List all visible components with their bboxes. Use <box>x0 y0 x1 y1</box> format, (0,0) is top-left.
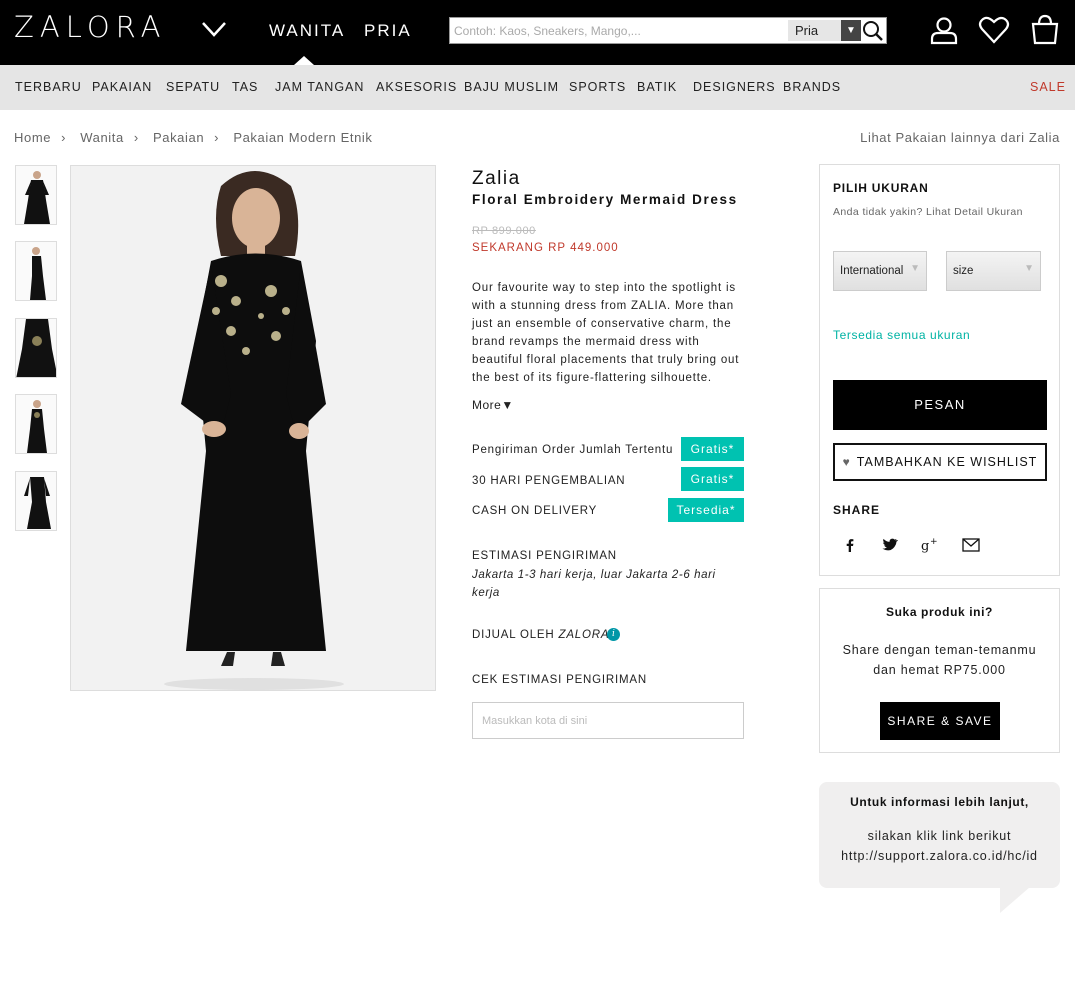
gender-tab-pria[interactable]: PRIA <box>364 21 412 41</box>
breadcrumb-pakaian[interactable]: Pakaian <box>153 130 204 145</box>
product-thumbnail[interactable] <box>15 241 57 301</box>
category-nav: TERBARU PAKAIAN SEPATU TAS JAM TANGAN AK… <box>0 65 1075 110</box>
shopping-bag-icon[interactable] <box>1029 14 1061 46</box>
support-info-text: silakan klik link berikut http://support… <box>819 826 1060 866</box>
add-to-wishlist-button[interactable]: ♥ TAMBAHKAN KE WISHLIST <box>833 443 1047 481</box>
size-select[interactable]: size ▼ <box>946 251 1041 291</box>
sale-price: SEKARANG RP 449.000 <box>472 242 619 254</box>
breadcrumb-current[interactable]: Pakaian Modern Etnik <box>233 130 372 145</box>
nav-item-baju-muslim[interactable]: BAJU MUSLIM <box>464 80 559 94</box>
gender-tab-wanita[interactable]: WANITA <box>269 21 345 41</box>
search-icon[interactable] <box>862 20 884 42</box>
search-category-select[interactable]: Pria ▼ <box>788 20 861 41</box>
chevron-right-icon: › <box>61 130 67 145</box>
breadcrumb: Home › Wanita › Pakaian › Pakaian Modern Et… <box>14 130 381 145</box>
size-panel: PILIH UKURAN Anda tidak yakin? Lihat Det… <box>819 164 1060 576</box>
sold-by-label: DIJUAL OLEH <box>472 629 555 641</box>
wishlist-label: TAMBAHKAN KE WISHLIST <box>856 455 1038 469</box>
benefit-returns-badge: Gratis* <box>681 467 744 491</box>
delivery-estimate-title: ESTIMASI PENGIRIMAN <box>472 550 617 562</box>
share-save-button[interactable]: SHARE & SAVE <box>880 702 1000 740</box>
dropdown-arrow-icon: ▼ <box>1024 263 1034 274</box>
city-input[interactable] <box>472 702 744 739</box>
product-thumbnail[interactable] <box>15 394 57 454</box>
nav-item-tas[interactable]: TAS <box>232 80 258 94</box>
product-thumbnail[interactable] <box>15 318 57 378</box>
share-save-title: Suka produk ini? <box>886 605 993 619</box>
nav-item-jam-tangan[interactable]: JAM TANGAN <box>275 80 364 94</box>
description-more-toggle[interactable]: More▼ <box>472 398 514 412</box>
nav-item-batik[interactable]: BATIK <box>637 80 677 94</box>
share-save-line-2: dan hemat RP75.000 <box>873 663 1006 677</box>
benefit-shipping-badge: Gratis* <box>681 437 744 461</box>
share-save-line-1: Share dengan teman-temanmu <box>842 643 1037 657</box>
chevron-right-icon: › <box>133 130 139 145</box>
zalora-logo[interactable]: ZALORA <box>14 10 166 44</box>
search-bar: Pria ▼ <box>449 17 887 44</box>
size-value: size <box>953 265 974 277</box>
top-header: ZALORA WANITA PRIA Pria ▼ <box>0 0 1075 65</box>
product-name: Floral Embroidery Mermaid Dress <box>472 192 738 207</box>
seller-name: ZALORA <box>558 629 610 641</box>
size-system-value: International <box>840 265 904 277</box>
check-delivery-title: CEK ESTIMASI PENGIRIMAN <box>472 674 647 686</box>
support-link[interactable]: http://support.zalora.co.id/hc/id <box>819 846 1060 866</box>
product-thumbnail[interactable] <box>15 165 57 225</box>
product-thumbnail[interactable] <box>15 471 57 531</box>
benefit-returns-label: 30 HARI PENGEMBALIAN <box>472 475 626 487</box>
support-info-bubble: Untuk informasi lebih lanjut, silakan kl… <box>819 782 1060 888</box>
benefit-cod-label: CASH ON DELIVERY <box>472 505 598 517</box>
support-info-title: Untuk informasi lebih lanjut, <box>850 795 1029 809</box>
size-guide-link[interactable]: Anda tidak yakin? Lihat Detail Ukuran <box>833 206 1023 218</box>
nav-item-aksesoris[interactable]: AKSESORIS <box>376 80 457 94</box>
heart-icon: ♥ <box>842 455 851 469</box>
twitter-icon[interactable] <box>879 535 899 555</box>
share-save-panel: Suka produk ini? Share dengan teman-tema… <box>819 588 1060 753</box>
search-input[interactable] <box>450 18 785 43</box>
sold-by: DIJUAL OLEH ZALORA <box>472 629 609 641</box>
share-save-text: Share dengan teman-temanmu dan hemat RP7… <box>820 640 1059 680</box>
delivery-estimate-text: Jakarta 1-3 hari kerja, luar Jakarta 2-6… <box>472 569 716 599</box>
size-panel-title: PILIH UKURAN <box>833 181 929 195</box>
nav-item-sepatu[interactable]: SEPATU <box>166 80 220 94</box>
breadcrumb-home[interactable]: Home <box>14 130 51 145</box>
svg-text:+: + <box>930 537 938 547</box>
dropdown-arrow-icon[interactable]: ▼ <box>841 20 861 41</box>
nav-item-sale[interactable]: SALE <box>1030 80 1066 94</box>
dropdown-arrow-icon: ▼ <box>910 263 920 274</box>
google-plus-icon[interactable]: g + <box>920 535 940 555</box>
svg-text:g: g <box>921 539 929 554</box>
benefit-shipping-label: Pengiriman Order Jumlah Tertentu <box>472 444 674 456</box>
share-title: SHARE <box>833 503 881 517</box>
wishlist-heart-icon[interactable] <box>978 14 1010 46</box>
nav-item-sports[interactable]: SPORTS <box>569 80 626 94</box>
availability-text: Tersedia semua ukuran <box>833 328 971 342</box>
original-price: RP 899.000 <box>472 225 536 237</box>
order-button[interactable]: PESAN <box>833 380 1047 430</box>
info-icon[interactable]: i <box>607 628 620 641</box>
size-system-select[interactable]: International ▼ <box>833 251 927 291</box>
nav-item-terbaru[interactable]: TERBARU <box>15 80 82 94</box>
search-category-value: Pria <box>795 23 819 38</box>
product-description: Our favourite way to step into the spotl… <box>472 282 740 384</box>
chevron-down-icon[interactable] <box>200 18 228 40</box>
benefit-cod-badge: Tersedia* <box>668 498 744 522</box>
support-info-line-1: silakan klik link berikut <box>867 829 1012 843</box>
active-gender-indicator <box>294 56 314 65</box>
breadcrumb-wanita[interactable]: Wanita <box>80 130 124 145</box>
chevron-right-icon: › <box>214 130 220 145</box>
nav-item-pakaian[interactable]: PAKAIAN <box>92 80 152 94</box>
nav-item-designers[interactable]: DESIGNERS <box>693 80 776 94</box>
email-icon[interactable] <box>961 535 981 555</box>
product-main-image[interactable] <box>70 165 436 691</box>
nav-item-brands[interactable]: BRANDS <box>783 80 841 94</box>
more-from-brand-link[interactable]: Lihat Pakaian lainnya dari Zalia <box>860 130 1060 145</box>
bubble-tail <box>1000 887 1030 913</box>
facebook-icon[interactable] <box>840 535 860 555</box>
account-icon[interactable] <box>928 14 960 46</box>
product-brand[interactable]: Zalia <box>472 168 521 190</box>
